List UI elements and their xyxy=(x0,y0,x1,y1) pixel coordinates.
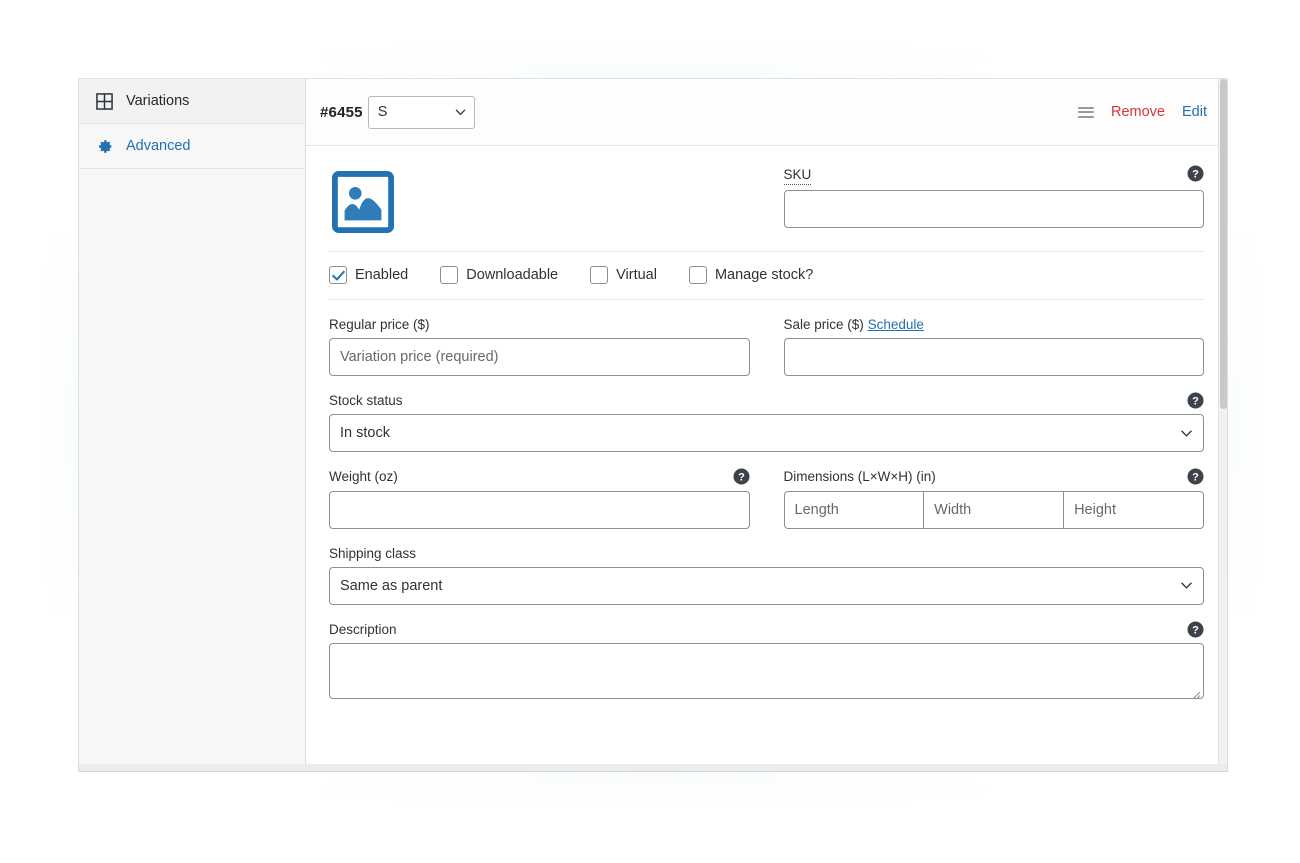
sku-field: SKU ? xyxy=(783,165,1204,229)
variation-header: #6455 S Remove Edit xyxy=(306,79,1227,146)
attribute-select[interactable]: S xyxy=(367,95,475,129)
description-field: Description ? xyxy=(329,621,1204,704)
stock-status-select-wrapper: In stock xyxy=(329,414,1204,453)
shipping-class-select[interactable]: Same as parent xyxy=(329,566,1204,605)
dimension-width-input[interactable] xyxy=(924,490,1065,529)
help-icon[interactable]: ? xyxy=(733,468,750,485)
image-sku-row: SKU ? xyxy=(329,165,1204,236)
attribute-select-wrapper: S xyxy=(367,95,475,129)
scrollbar-thumb[interactable] xyxy=(1220,79,1227,409)
drag-handle-icon[interactable] xyxy=(1078,106,1094,118)
stock-status-select[interactable]: In stock xyxy=(329,414,1204,453)
stock-status-label: Stock status xyxy=(329,393,403,409)
description-row: Description ? xyxy=(329,621,1204,704)
description-textarea[interactable] xyxy=(329,642,1204,699)
screen-root: Variations Advanced #6455 S Remove Edit … xyxy=(0,0,1300,863)
checkbox-enabled-box[interactable] xyxy=(329,266,347,284)
svg-text:?: ? xyxy=(1192,624,1199,636)
sidebar-item-advanced[interactable]: Advanced xyxy=(79,124,305,169)
sku-input[interactable] xyxy=(783,190,1204,229)
checkbox-downloadable[interactable]: Downloadable xyxy=(440,266,558,284)
grid-icon xyxy=(95,92,113,110)
stock-status-field: Stock status ? In stock xyxy=(329,392,1204,453)
help-icon[interactable]: ? xyxy=(1187,392,1204,409)
checkbox-virtual[interactable]: Virtual xyxy=(590,266,657,284)
checkbox-virtual-box[interactable] xyxy=(590,266,609,284)
sale-price-label: Sale price ($) xyxy=(783,317,864,332)
svg-text:?: ? xyxy=(1192,396,1199,408)
dimensions-inputs xyxy=(783,490,1205,529)
variation-body: SKU ? Enabled Downloadable Virtual Manag… xyxy=(306,146,1227,704)
sale-price-col: Sale price ($) Schedule xyxy=(783,317,1205,377)
vertical-scrollbar[interactable] xyxy=(1218,79,1227,770)
sale-price-field: Sale price ($) Schedule xyxy=(783,317,1205,377)
remove-variation-link[interactable]: Remove xyxy=(1111,104,1165,120)
variation-image-block[interactable] xyxy=(329,166,399,236)
dimensions-label: Dimensions (L×W×H) (in) xyxy=(783,469,936,485)
checkbox-enabled-label: Enabled xyxy=(355,267,409,283)
gear-icon xyxy=(95,137,113,155)
regular-price-input[interactable] xyxy=(329,338,750,377)
sale-price-input[interactable] xyxy=(783,338,1204,377)
header-actions: Remove Edit xyxy=(1078,104,1207,120)
sidebar-item-advanced-label: Advanced xyxy=(126,138,191,154)
dimension-height-input[interactable] xyxy=(1064,490,1205,529)
regular-price-col: Regular price ($) xyxy=(329,317,750,377)
checkbox-virtual-label: Virtual xyxy=(616,267,657,283)
checkbox-downloadable-box[interactable] xyxy=(440,266,459,284)
weight-field: Weight (oz) ? xyxy=(329,468,750,529)
weight-label: Weight (oz) xyxy=(329,469,398,485)
stock-status-row: Stock status ? In stock xyxy=(329,392,1204,453)
regular-price-label: Regular price ($) xyxy=(329,317,430,332)
help-icon[interactable]: ? xyxy=(1187,621,1204,638)
sidebar-item-variations-label: Variations xyxy=(126,93,190,109)
stock-status-col: Stock status ? In stock xyxy=(329,392,1204,453)
shipping-class-field: Shipping class Same as parent xyxy=(329,546,1204,605)
checkbox-enabled[interactable]: Enabled xyxy=(329,266,408,284)
sidebar-item-variations[interactable]: Variations xyxy=(79,79,305,124)
edit-variation-link[interactable]: Edit xyxy=(1182,104,1207,120)
sku-col: SKU ? xyxy=(783,165,1204,236)
sidebar: Variations Advanced xyxy=(79,79,306,770)
image-col xyxy=(329,166,750,236)
shipping-class-col: Shipping class Same as parent xyxy=(329,546,1204,605)
schedule-sale-link[interactable]: Schedule xyxy=(868,317,924,332)
checkbox-downloadable-label: Downloadable xyxy=(466,267,559,283)
variation-id: #6455 xyxy=(320,103,363,121)
svg-text:?: ? xyxy=(1192,169,1199,181)
sale-price-label-wrap: Sale price ($) Schedule xyxy=(784,317,1205,333)
image-placeholder-icon[interactable] xyxy=(329,168,397,236)
sku-label: SKU xyxy=(783,167,812,186)
weight-dimensions-row: Weight (oz) ? Dimensions (L×W×H) (in) ? … xyxy=(329,468,1205,529)
dimensions-col: Dimensions (L×W×H) (in) ? xyxy=(783,468,1205,529)
price-row: Regular price ($) Sale price ($) Schedul… xyxy=(329,317,1205,377)
weight-input[interactable] xyxy=(329,490,750,529)
weight-col: Weight (oz) ? xyxy=(329,468,750,529)
help-icon[interactable]: ? xyxy=(1187,468,1204,485)
variation-toggles-row: Enabled Downloadable Virtual Manage stoc… xyxy=(329,251,1204,300)
panel-bottom-strip xyxy=(78,764,1228,772)
svg-text:?: ? xyxy=(738,472,745,484)
shipping-class-row: Shipping class Same as parent xyxy=(329,546,1204,605)
dimension-length-input[interactable] xyxy=(783,490,925,529)
shipping-class-label: Shipping class xyxy=(329,545,417,561)
help-icon[interactable]: ? xyxy=(1187,165,1204,182)
description-col: Description ? xyxy=(329,621,1204,704)
description-label: Description xyxy=(329,621,397,637)
svg-text:?: ? xyxy=(1192,472,1199,484)
variation-main: #6455 S Remove Edit SKU ? Enabled Downlo… xyxy=(306,79,1227,770)
dimensions-field: Dimensions (L×W×H) (in) ? xyxy=(783,468,1205,529)
checkbox-manage-stock-label: Manage stock? xyxy=(714,267,814,283)
checkbox-manage-stock-box[interactable] xyxy=(688,266,707,284)
checkbox-manage-stock[interactable]: Manage stock? xyxy=(688,266,814,284)
shipping-class-select-wrapper: Same as parent xyxy=(329,566,1204,605)
variation-panel: Variations Advanced #6455 S Remove Edit … xyxy=(78,78,1228,771)
regular-price-field: Regular price ($) xyxy=(329,317,750,377)
